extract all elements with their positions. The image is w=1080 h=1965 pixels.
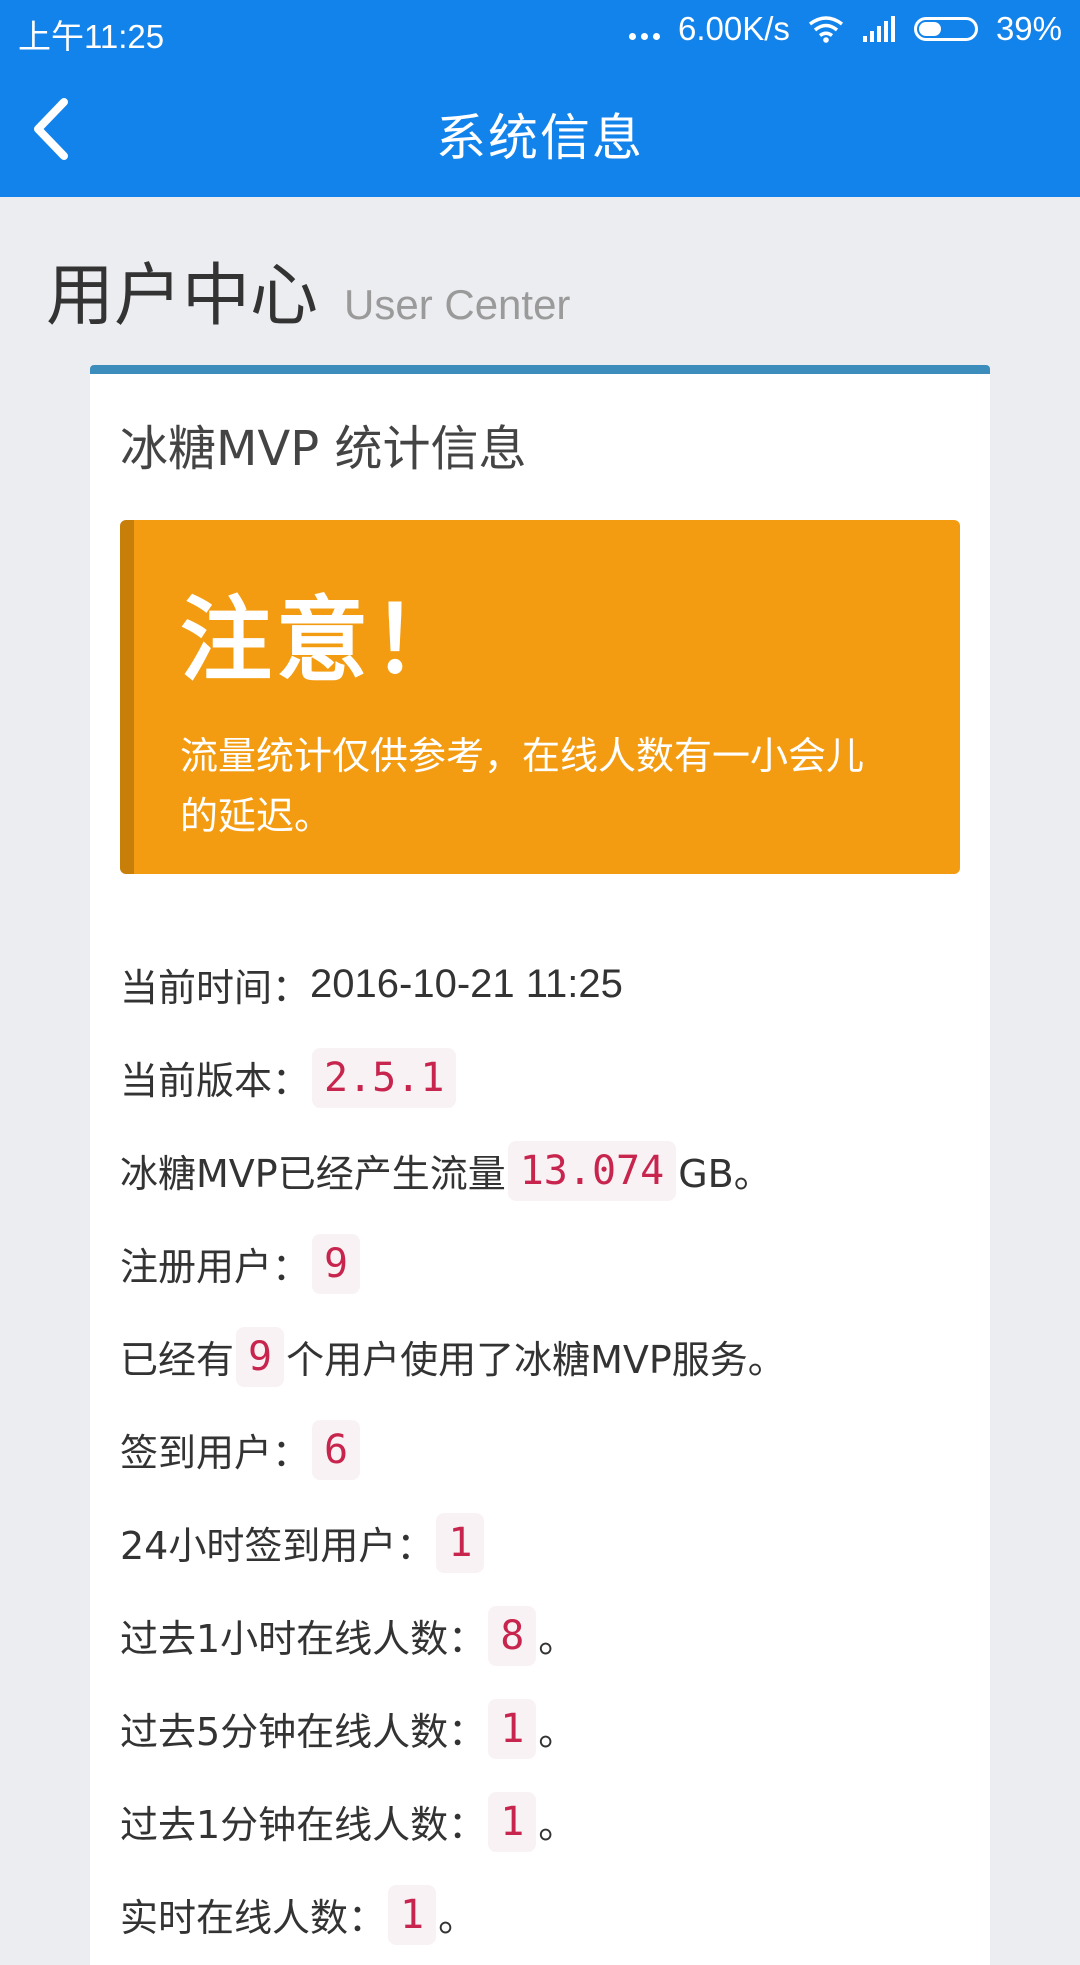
- network-speed: 6.00K/s: [678, 10, 790, 47]
- alert-message: 流量统计仅供参考，在线人数有一小会儿的延迟。: [180, 734, 865, 838]
- alert-title: 注意！: [180, 587, 469, 694]
- stat-value: 1: [488, 1698, 537, 1759]
- stat-value: 1: [436, 1512, 485, 1573]
- signal-icon: [862, 16, 895, 42]
- stat-version: 当前版本： 2.5.1: [120, 1031, 960, 1124]
- stat-registered: 注册用户： 9: [120, 1217, 960, 1310]
- page-title: 系统信息: [436, 109, 644, 167]
- stat-label: 已经有: [120, 1338, 235, 1382]
- stat-realtime-online: 实时在线人数： 1。: [120, 1868, 960, 1961]
- stat-value: 1: [488, 1791, 537, 1852]
- stat-label: 过去1小时在线人数：: [120, 1617, 487, 1661]
- stat-period: 。: [538, 1710, 577, 1754]
- stat-label: 24小时签到用户：: [120, 1524, 435, 1568]
- stat-value: 13.074: [507, 1140, 677, 1201]
- warning-alert: 注意！ 流量统计仅供参考，在线人数有一小会儿的延迟。: [120, 520, 960, 874]
- stat-online-5m: 过去5分钟在线人数： 1。: [120, 1682, 960, 1775]
- dots-icon: [629, 14, 661, 44]
- stat-value: 8: [488, 1605, 537, 1666]
- stat-label: 实时在线人数：: [120, 1896, 387, 1940]
- stat-value: 2016-10-21 11:25: [310, 962, 623, 1006]
- battery-icon: [913, 17, 978, 41]
- status-right: 6.00K/s 39%: [629, 10, 1062, 48]
- stat-label: 当前版本：: [120, 1059, 311, 1103]
- stat-period: 。: [538, 1803, 577, 1847]
- stat-value: 9: [312, 1233, 361, 1294]
- stat-label: 签到用户：: [120, 1431, 311, 1475]
- stat-suffix: 个用户使用了冰糖MVP服务。: [286, 1338, 786, 1382]
- battery-percent: 39%: [995, 10, 1062, 47]
- stats-card: 冰糖MVP 统计信息 注意！ 流量统计仅供参考，在线人数有一小会儿的延迟。 当前…: [90, 365, 990, 1965]
- stat-current-time: 当前时间： 2016-10-21 11:25: [120, 938, 960, 1031]
- stat-label: 过去1分钟在线人数：: [120, 1803, 487, 1847]
- stats-list: 当前时间： 2016-10-21 11:25 当前版本： 2.5.1 冰糖MVP已经…: [120, 938, 960, 1961]
- card-title: 冰糖MVP 统计信息: [120, 421, 527, 477]
- stat-label: 冰糖MVP已经产生流量: [120, 1152, 506, 1196]
- stat-label: 过去5分钟在线人数：: [120, 1710, 487, 1754]
- stat-online-1m: 过去1分钟在线人数： 1。: [120, 1775, 960, 1868]
- status-time: 上午11:25: [18, 18, 165, 55]
- stat-value: 1: [388, 1884, 437, 1945]
- stat-traffic: 冰糖MVP已经产生流量 13.074 GB。: [120, 1124, 960, 1217]
- stat-label: 当前时间：: [120, 966, 311, 1010]
- section-subtitle: User Center: [344, 281, 571, 328]
- stat-period: 。: [538, 1617, 577, 1661]
- stat-used: 已经有 9 个用户使用了冰糖MVP服务。: [120, 1310, 960, 1403]
- stat-label: 注册用户：: [120, 1245, 311, 1289]
- app-bar: 系统信息: [0, 60, 1080, 197]
- wifi-icon: [808, 16, 843, 43]
- stat-unit: GB。: [678, 1152, 772, 1196]
- stat-value: 6: [312, 1419, 361, 1480]
- section-title: 用户中心: [46, 257, 319, 336]
- stat-value: 2.5.1: [312, 1047, 457, 1108]
- stat-checkin-24h: 24小时签到用户： 1: [120, 1496, 960, 1589]
- section-heading: 用户中心 User Center: [46, 240, 570, 339]
- stat-online-1h: 过去1小时在线人数： 8。: [120, 1589, 960, 1682]
- status-bar: 上午11:25 6.00K/s 39%: [0, 0, 1080, 60]
- stat-value: 9: [236, 1326, 285, 1387]
- stat-checkin: 签到用户： 6: [120, 1403, 960, 1496]
- stat-period: 。: [438, 1896, 477, 1940]
